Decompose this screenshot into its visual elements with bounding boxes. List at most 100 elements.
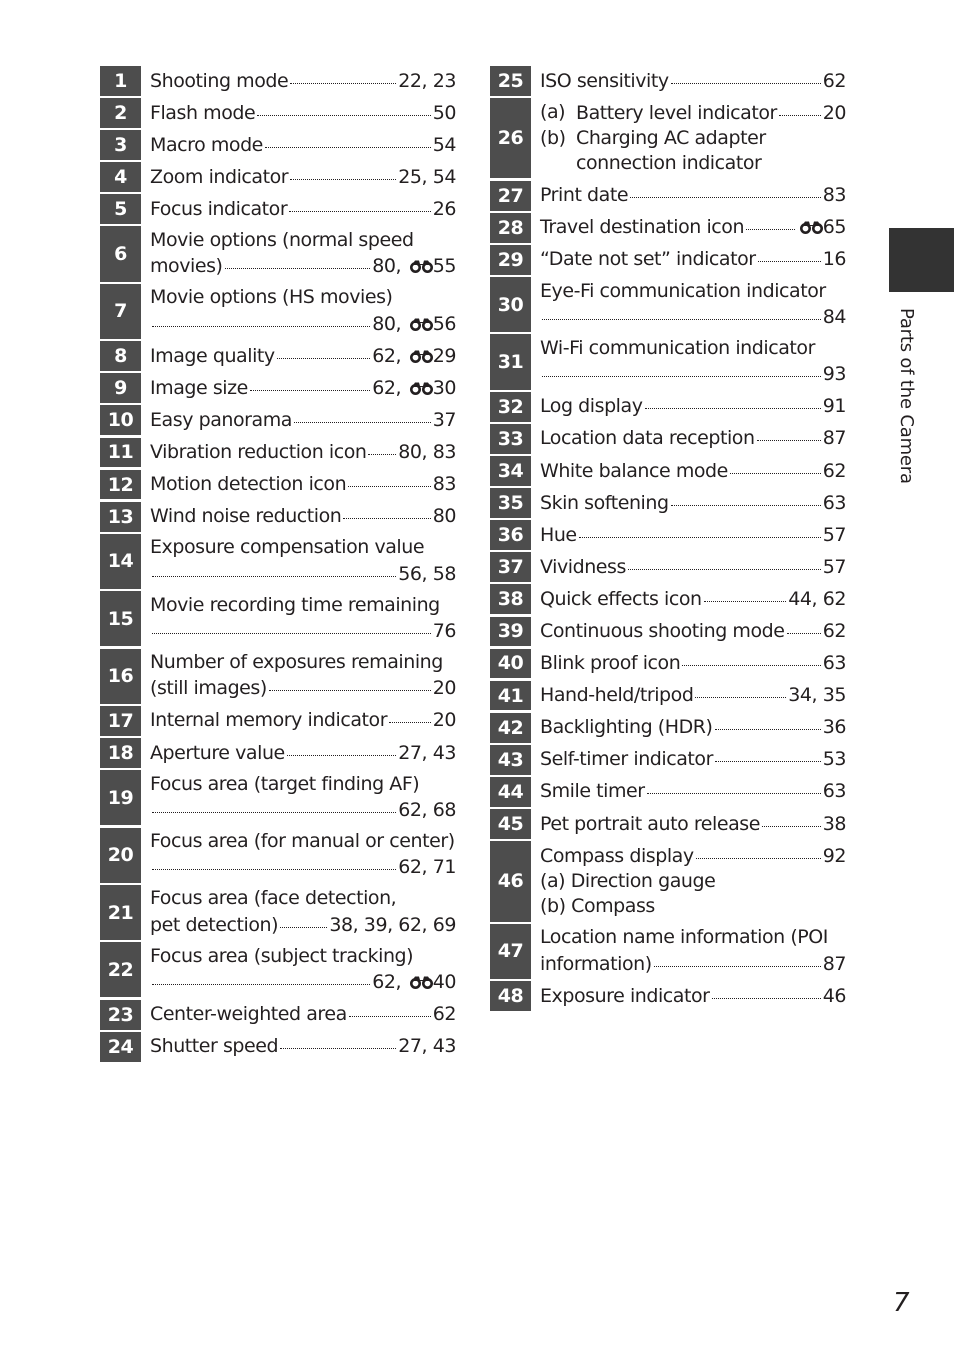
- page-numbers: 20: [822, 101, 847, 124]
- callout-number-badge: 44: [490, 776, 531, 807]
- entry-line: White balance mode 62: [540, 458, 846, 484]
- entry-label: Focus area (target finding AF): [150, 772, 420, 795]
- legend-item: 26 (a) Battery level indicator 20 (b) Chargin…: [490, 98, 847, 179]
- entry-line: Backlighting (HDR) 36: [540, 714, 846, 740]
- dot-leader: [644, 393, 821, 412]
- callout-number-badge: 24: [100, 1031, 141, 1062]
- callout-number-badge: 46: [490, 841, 531, 922]
- entry-line: Hue 57: [540, 522, 846, 548]
- dot-leader: [286, 740, 397, 759]
- dot-leader: [542, 304, 821, 323]
- legend-item: 33 Location data reception 87: [490, 423, 846, 454]
- callout-number-badge: 15: [100, 591, 141, 647]
- legend-item-text: Skin softening 63: [531, 488, 846, 518]
- legend-item: 18 Aperture value 27, 43: [100, 738, 456, 768]
- legend-item-text: Continuous shooting mode 62: [531, 617, 846, 647]
- callout-number-badge: 36: [490, 520, 531, 551]
- callout-number-badge: 22: [100, 942, 141, 998]
- page-reference: 20: [432, 676, 457, 701]
- entry-line: Charging AC adapter: [576, 126, 846, 151]
- page-numbers: 63: [822, 491, 847, 514]
- binoculars-icon: [799, 220, 823, 235]
- entry-label: Image quality: [150, 344, 275, 367]
- legend-item-text: Movie options (normal speed movies) 80, 55: [141, 226, 456, 281]
- entry-label: Wind noise reduction: [150, 505, 342, 528]
- legend-item-text: Internal memory indicator 20: [141, 706, 456, 736]
- callout-number-badge: 11: [100, 437, 141, 468]
- page-numbers: 63: [822, 652, 847, 675]
- legend-item: 5 Focus indicator 26: [100, 194, 456, 225]
- entry-label: (still images): [150, 677, 267, 700]
- page-numbers: 80,: [372, 312, 407, 335]
- entry-label: Internal memory indicator: [150, 709, 388, 732]
- binoculars-icon: [409, 975, 433, 990]
- page-numbers: 87: [822, 427, 847, 450]
- entry-label: pet detection): [150, 913, 279, 936]
- callout-number-badge: 16: [100, 648, 141, 704]
- page-numbers: 50: [432, 101, 457, 124]
- dot-leader: [249, 375, 371, 394]
- page-reference: 16: [822, 247, 847, 272]
- left-column-legend: 1 Shooting mode 22, 23 2 Flash mode 50 3 Macro …: [100, 66, 456, 1064]
- page-reference: 92: [823, 844, 847, 869]
- legend-item: 30 Eye-Fi communication indicator 84: [490, 277, 846, 333]
- dot-leader: [786, 618, 821, 637]
- page-numbers: 22, 23: [398, 69, 456, 92]
- page-numbers: 37: [432, 408, 457, 431]
- page-numbers: 53: [822, 748, 847, 771]
- callout-number-badge: 14: [100, 533, 141, 589]
- callout-number-badge: 13: [100, 501, 141, 532]
- legend-item-text: Quick effects icon 44, 62: [531, 584, 846, 614]
- legend-item-text: Location name information (POI informatio…: [531, 924, 846, 979]
- sub-item-label: (a): [540, 100, 566, 123]
- legend-item-text: Log display 91: [531, 392, 846, 422]
- dot-leader: [714, 714, 821, 733]
- entry-label: Charging AC adapter: [576, 126, 766, 149]
- page-numbers: 20: [432, 677, 457, 700]
- dot-leader: [152, 854, 397, 873]
- entry-line: Log display 91: [540, 393, 846, 419]
- legend-item-text: Pet portrait auto release 38: [531, 809, 846, 839]
- page-numbers: 80,: [372, 255, 407, 278]
- dot-leader: [670, 68, 821, 87]
- legend-item-text: Travel destination icon 65: [531, 213, 846, 243]
- page-reference: 87: [822, 426, 847, 451]
- legend-item-text: Eye-Fi communication indicator 84: [531, 277, 846, 332]
- entry-line: 62, 71: [150, 854, 456, 880]
- entry-line: 93: [540, 361, 846, 387]
- legend-item-text: Location data reception 87: [531, 424, 846, 454]
- entry-label: Continuous shooting mode: [540, 620, 785, 642]
- dot-leader: [670, 490, 821, 509]
- callout-number-badge: 32: [490, 391, 531, 422]
- legend-item-text: Focus area (for manual or center) 62, 71: [141, 828, 456, 883]
- callout-number-badge: 25: [490, 66, 531, 96]
- page-numbers: 27, 43: [398, 1035, 456, 1058]
- entry-line: Image size 62, 30: [150, 375, 456, 401]
- page-numbers: 62, 71: [398, 856, 456, 879]
- page-number: 7: [893, 1288, 910, 1318]
- entry-line: connection indicator: [576, 151, 846, 176]
- page-numbers: 62: [822, 459, 847, 482]
- page-reference: 27, 43: [398, 1034, 456, 1059]
- entry-line: Print date 83: [540, 182, 846, 208]
- callout-number-badge: 43: [490, 744, 531, 775]
- page-numbers: 20: [432, 709, 457, 732]
- legend-item: 19 Focus area (target finding AF) 62, 68: [100, 770, 456, 826]
- legend-item-text: Blink proof icon 63: [531, 649, 846, 679]
- entry-label: Location name information (POI: [540, 926, 828, 949]
- page-numbers: 76: [432, 620, 457, 642]
- entry-line: Vividness 57: [540, 554, 846, 580]
- page-reference: 38, 39, 62, 69: [329, 913, 456, 938]
- entry-label: (a) Direction gauge: [540, 869, 716, 892]
- page-reference: 25, 54: [398, 165, 456, 190]
- callout-number-badge: 40: [490, 648, 531, 679]
- entry-line: Easy panorama 37: [150, 407, 456, 433]
- dot-leader: [778, 100, 821, 119]
- legend-item-text: Exposure indicator 46: [531, 981, 846, 1011]
- page-numbers: 27, 43: [398, 741, 456, 764]
- legend-item: 29 “Date not set” indicator 16: [490, 244, 847, 275]
- entry-label: movies): [150, 255, 223, 278]
- page-numbers: 16: [822, 248, 847, 271]
- legend-item: 20 Focus area (for manual or center) 62, 7…: [100, 827, 456, 883]
- legend-item: 17 Internal memory indicator 20: [100, 705, 456, 736]
